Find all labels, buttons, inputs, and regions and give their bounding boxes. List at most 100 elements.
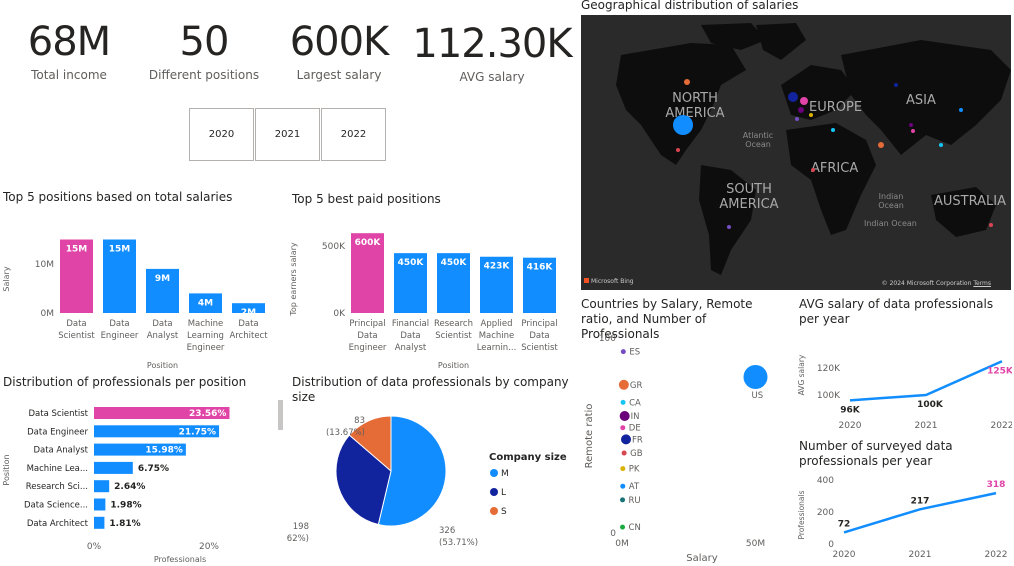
- scatter-point[interactable]: [620, 349, 626, 355]
- map-terms-link[interactable]: Terms: [973, 280, 991, 287]
- salary-map[interactable]: NORTH AMERICA EUROPE ASIA AFRICA SOUTH A…: [581, 15, 1011, 290]
- bing-logo: Microsoft Bing: [584, 278, 634, 285]
- line-data-label: 100K: [917, 400, 944, 410]
- x-tick-label: Learnin...: [477, 343, 517, 353]
- x-tick-label: Financial: [392, 319, 429, 329]
- bar-data-label: 1.81%: [109, 519, 140, 529]
- bar[interactable]: [94, 498, 106, 511]
- bar[interactable]: [94, 480, 110, 493]
- kpi-total-income: 68M Total income: [18, 22, 120, 82]
- bing-logo-icon: [584, 278, 589, 283]
- y-tick-label: Data Scientist: [29, 409, 89, 419]
- map-bubble: [800, 97, 808, 105]
- map-bubble: [939, 143, 943, 147]
- slicer-2020-button[interactable]: 2020: [189, 108, 254, 161]
- scatter-point[interactable]: [620, 399, 626, 405]
- year-slicer: 2020 2021 2022: [189, 108, 389, 162]
- kpi-value: 68M: [27, 19, 111, 65]
- kpi-avg-salary: 112.30K AVG salary: [410, 24, 574, 84]
- x-tick-label: Engineer: [101, 331, 139, 341]
- x-tick-label: 2022: [985, 550, 1008, 560]
- y-tick-label: 200: [817, 508, 834, 518]
- x-tick-label: Machine: [188, 319, 224, 329]
- legend-marker: [490, 469, 498, 477]
- scatter-point[interactable]: [620, 497, 626, 503]
- map-bubble: [788, 92, 798, 102]
- y-tick-label: 0: [828, 540, 834, 550]
- bar-data-label: 416K: [527, 263, 554, 273]
- scatter-point[interactable]: [620, 524, 626, 530]
- scatter-point[interactable]: [620, 466, 626, 472]
- pie-data-label: (13.67%): [326, 428, 365, 438]
- kpi-value: 112.30K: [412, 21, 572, 67]
- map-bubble: [894, 83, 898, 87]
- point-label: IN: [631, 412, 640, 422]
- map-bubble: [989, 223, 993, 227]
- x-tick-label: Scientist: [58, 331, 95, 341]
- line-data-label: 318: [987, 480, 1006, 490]
- y-axis-label: Top earners salary: [289, 242, 298, 316]
- dist-pos-scrollbar[interactable]: [278, 400, 283, 430]
- y-tick-label: Data Science...: [24, 501, 88, 511]
- scatter-point[interactable]: [621, 434, 632, 445]
- scatter-point[interactable]: [619, 411, 630, 421]
- bar-data-label: 15M: [109, 245, 131, 255]
- scatter-point[interactable]: [618, 379, 629, 390]
- x-tick-label: Research: [434, 319, 473, 329]
- map-bubble: [909, 123, 913, 127]
- point-label: CN: [629, 523, 641, 533]
- x-tick-label: Architect: [229, 331, 268, 341]
- y-axis-label: Remote ratio: [584, 404, 595, 469]
- line-series[interactable]: [849, 360, 1003, 402]
- line-data-label: 217: [911, 496, 930, 506]
- x-tick-label: Scientist: [435, 331, 472, 341]
- bar-data-label: 450K: [441, 258, 468, 268]
- scatter-point[interactable]: [621, 450, 627, 456]
- company-title: Distribution of data professionals by co…: [292, 375, 569, 404]
- map-bubbles: [673, 79, 993, 229]
- x-tick-label: 20%: [199, 542, 219, 552]
- map-title: Geographical distribution of salaries: [581, 0, 799, 12]
- line-data-label: 125K: [987, 366, 1012, 376]
- y-axis-label: Salary: [2, 266, 11, 291]
- map-bubble: [831, 128, 835, 132]
- bar[interactable]: [94, 516, 105, 529]
- kpi-label: AVG salary: [459, 70, 525, 84]
- y-tick-label: 0M: [41, 309, 55, 319]
- scatter-point[interactable]: [743, 365, 768, 389]
- pie-data-label: 83: [354, 416, 365, 426]
- kpi-label: Total income: [31, 68, 107, 82]
- x-tick-label: Applied: [481, 319, 513, 329]
- x-tick-label: Analyst: [395, 343, 427, 353]
- map-bubble: [878, 142, 884, 148]
- pie-data-label: (53.71%): [439, 538, 478, 548]
- map-bubble: [811, 168, 815, 172]
- bar-data-label: 600K: [355, 238, 382, 248]
- legend-marker: [490, 488, 498, 496]
- x-tick-label: 0M: [615, 539, 629, 549]
- legend-item[interactable]: L: [501, 488, 506, 498]
- x-tick-label: Principal: [349, 319, 385, 329]
- pie-data-label: 326: [439, 526, 455, 536]
- bar[interactable]: [94, 461, 133, 474]
- bar-data-label: 2M: [241, 308, 256, 318]
- map-bubble: [911, 129, 915, 133]
- line-data-label: 72: [838, 519, 851, 529]
- slicer-2021-button[interactable]: 2021: [255, 108, 320, 161]
- point-label: DE: [629, 424, 641, 434]
- point-label: GB: [630, 449, 643, 459]
- y-tick-label: Data Analyst: [33, 446, 88, 456]
- legend-item[interactable]: M: [501, 469, 509, 479]
- slicer-2022-button[interactable]: 2022: [321, 108, 386, 161]
- scatter-point[interactable]: [620, 483, 626, 489]
- point-label: AT: [629, 482, 640, 492]
- bar-data-label: 423K: [484, 262, 511, 272]
- bar-data-label: 15.98%: [145, 446, 183, 456]
- x-tick-label: 2020: [839, 421, 862, 431]
- kpi-label: Largest salary: [296, 68, 382, 82]
- scatter-point[interactable]: [620, 425, 626, 431]
- x-tick-label: Data: [109, 319, 129, 329]
- map-bubble: [676, 148, 680, 152]
- top-paid-chart: Top earners salary 500K 0K 600K Principal Dat…: [289, 233, 558, 370]
- legend-item[interactable]: S: [501, 507, 507, 517]
